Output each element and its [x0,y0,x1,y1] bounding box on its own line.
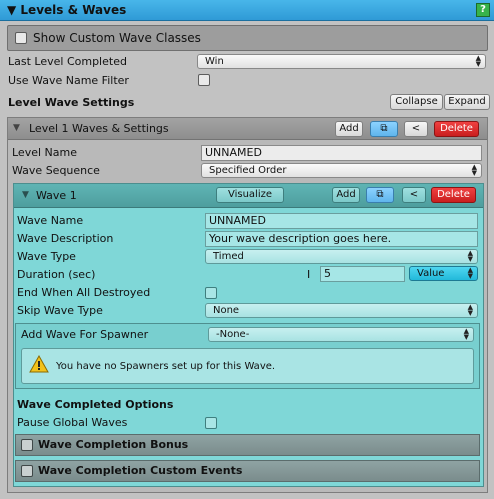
wave-add-button[interactable]: Add [332,187,360,203]
no-spawners-message: You have no Spawners set up for this Wav… [21,348,474,384]
show-custom-wave-checkbox[interactable] [15,32,27,44]
wave-delete-button[interactable]: Delete [431,187,476,203]
duration-mode-value: Value [417,268,445,279]
copy-icon: ⧉ [380,123,388,134]
wave-completion-custom-events-label: Wave Completion Custom Events [38,464,243,477]
wave-completion-bonus-bar[interactable]: Wave Completion Bonus [15,434,480,456]
copy-icon: ⧉ [376,189,384,200]
dropdown-arrows-icon: ▲ ▼ [467,303,473,317]
help-button[interactable]: ? [476,3,490,17]
last-level-label: Last Level Completed [8,55,127,68]
wave-name-filter-label: Use Wave Name Filter [8,74,129,87]
share-icon: < [411,123,421,134]
level-share-button[interactable]: < [404,121,428,137]
dropdown-arrows-icon: ▲ ▼ [475,54,481,68]
collapse-triangle-icon[interactable]: ▼ [13,123,20,133]
wave-sequence-label: Wave Sequence [12,164,100,177]
show-custom-wave-box: Show Custom Wave Classes [7,25,488,51]
share-icon: < [409,189,419,200]
level-1-header[interactable]: ▼ Level 1 Waves & Settings Add ⧉ < Delet… [8,118,487,140]
wave-name-filter-checkbox[interactable] [198,74,210,86]
level-1-title: Level 1 Waves & Settings [29,122,169,135]
duration-mode-dropdown[interactable]: Value ▲ ▼ [409,266,478,281]
wave-type-dropdown[interactable]: Timed ▲ ▼ [205,249,478,264]
wave-name-label: Wave Name [17,214,84,227]
show-custom-wave-label: Show Custom Wave Classes [33,31,201,45]
end-when-destroyed-checkbox[interactable] [205,287,217,299]
dropdown-arrows-icon: ▲ ▼ [467,266,473,280]
dropdown-arrows-icon: ▲ ▼ [467,249,473,263]
wave-description-input[interactable]: Your wave description goes here. [205,231,478,247]
level-name-input[interactable]: UNNAMED [201,145,482,161]
levels-waves-header[interactable]: ▼ Levels & Waves ? [0,0,494,21]
level-delete-button[interactable]: Delete [434,121,479,137]
wave-sequence-value: Specified Order [209,165,287,176]
add-spawner-dropdown[interactable]: -None- ▲ ▼ [208,327,474,342]
level-wave-settings-title: Level Wave Settings [8,96,135,109]
wave-sequence-dropdown[interactable]: Specified Order ▲ ▼ [201,163,482,178]
wave-1-title: Wave 1 [36,189,77,202]
skip-wave-type-dropdown[interactable]: None ▲ ▼ [205,303,478,318]
wave-share-button[interactable]: < [402,187,426,203]
visualize-button[interactable]: Visualize [216,187,284,203]
wave-name-input[interactable]: UNNAMED [205,213,478,229]
pause-global-waves-label: Pause Global Waves [17,416,128,429]
section-title: ▼ Levels & Waves [7,3,127,17]
wave-completion-bonus-label: Wave Completion Bonus [38,438,189,451]
no-spawners-text: You have no Spawners set up for this Wav… [56,361,276,372]
duration-input[interactable]: 5 [320,266,405,282]
wave-description-label: Wave Description [17,232,114,245]
warning-icon [29,355,49,373]
duration-label: Duration (sec) [17,268,96,281]
expand-button[interactable]: Expand [444,94,490,110]
add-spawner-value: -None- [216,329,250,340]
wave-copy-button[interactable]: ⧉ [366,187,394,203]
skip-wave-type-value: None [213,305,240,316]
last-level-dropdown[interactable]: Win ▲ ▼ [197,54,486,69]
level-name-label: Level Name [12,146,77,159]
wave-completion-custom-events-bar[interactable]: Wave Completion Custom Events [15,460,480,482]
level-copy-button[interactable]: ⧉ [370,121,398,137]
duration-drag-marker[interactable]: I [307,268,310,282]
last-level-value: Win [205,56,224,67]
wave-type-value: Timed [213,251,244,262]
wave-completion-custom-events-checkbox[interactable] [21,465,33,477]
wave-1-header[interactable]: ▼ Wave 1 Visualize Add ⧉ < Delete [14,184,483,208]
dropdown-arrows-icon: ▲ ▼ [463,327,469,341]
skip-wave-type-label: Skip Wave Type [17,304,103,317]
add-wave-for-spawner-label: Add Wave For Spawner [21,328,149,341]
collapse-triangle-icon[interactable]: ▼ [22,190,29,200]
wave-type-label: Wave Type [17,250,76,263]
collapse-button[interactable]: Collapse [390,94,443,110]
wave-completed-options-title: Wave Completed Options [17,398,174,411]
dropdown-arrows-icon: ▲ ▼ [471,163,477,177]
level-add-button[interactable]: Add [335,121,363,137]
end-when-destroyed-label: End When All Destroyed [17,286,151,299]
pause-global-waves-checkbox[interactable] [205,417,217,429]
wave-completion-bonus-checkbox[interactable] [21,439,33,451]
